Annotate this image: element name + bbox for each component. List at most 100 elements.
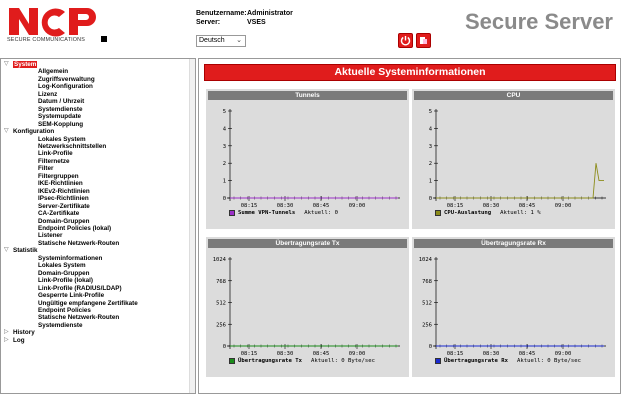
nav-section-history[interactable]: ▷ History <box>4 329 138 336</box>
nav-item-statistik[interactable]: Systeminformationen <box>4 255 138 262</box>
nav-item-konfiguration[interactable]: Lokales System <box>4 136 138 143</box>
nav-section-system[interactable]: ▽ System <box>4 61 138 69</box>
chart-svg: 0 256 512 768 1024 08:15 08:30 08:45 09:00 <box>213 257 400 357</box>
nav-item-system[interactable]: Zugriffsverwaltung <box>4 76 138 83</box>
nav-section-konfiguration[interactable]: ▽ Konfiguration <box>4 128 138 135</box>
chart-panel-rx: Übertragungsrate Rx 0 256 512 768 1024 08:15 08… <box>412 237 615 377</box>
nav-item-statistik[interactable]: Ungültige empfangene Zertifikate <box>4 300 138 307</box>
y-tick-label: 4 <box>223 126 227 132</box>
legend-current-value: Aktuell: 0 Byte/sec <box>517 358 581 364</box>
y-tick-label: 0 <box>429 196 432 202</box>
header: SECURE COMMUNICATIONS Benutzername: Admin… <box>0 0 621 56</box>
nav-item-konfiguration[interactable]: IKE-Richtlinien <box>4 180 138 187</box>
y-tick-label: 2 <box>429 161 432 167</box>
nav-item-konfiguration[interactable]: Link-Profile <box>4 150 138 157</box>
nav-section-log[interactable]: ▷ Log <box>4 337 138 344</box>
x-tick-label: 09:00 <box>349 351 366 357</box>
y-tick-label: 1024 <box>419 257 433 263</box>
power-icon <box>400 36 411 46</box>
nav-item-konfiguration[interactable]: Statische Netzwerk-Routen <box>4 240 138 247</box>
x-tick-label: 09:00 <box>555 351 572 357</box>
chart-legend: Summe VPN-Tunnels Aktuell: 0 <box>229 210 338 216</box>
nav-item-konfiguration[interactable]: Filter <box>4 165 138 172</box>
nav-item-statistik[interactable]: Link-Profile (lokal) <box>4 277 138 284</box>
nav-item-konfiguration[interactable]: Filtergruppen <box>4 173 138 180</box>
nav-item-konfiguration[interactable]: Endpoint Policies (lokal) <box>4 225 138 232</box>
triangle-down-icon: ▽ <box>4 247 9 254</box>
y-tick-label: 256 <box>422 322 432 328</box>
x-tick-label: 08:45 <box>519 203 536 209</box>
help-button[interactable] <box>416 33 431 48</box>
nav-item-konfiguration[interactable]: Domain-Gruppen <box>4 218 138 225</box>
nav-item-konfiguration[interactable]: IPsec-Richtlinien <box>4 195 138 202</box>
y-tick-label: 1 <box>429 179 432 185</box>
nav-item-system[interactable]: Lizenz <box>4 91 138 98</box>
chart-svg: 0 256 512 768 1024 08:15 08:30 08:45 09:00 <box>419 257 606 357</box>
y-tick-label: 3 <box>429 144 432 150</box>
user-info: Benutzername: Administrator Server: VSES <box>196 9 293 27</box>
logout-button[interactable] <box>398 33 413 48</box>
y-tick-label: 5 <box>429 109 432 115</box>
logo-subtitle: SECURE COMMUNICATIONS <box>7 37 86 43</box>
nav-section-label: Konfiguration <box>13 128 55 136</box>
page-title: Aktuelle Systeminformationen <box>204 64 616 81</box>
y-tick-label: 768 <box>216 279 226 285</box>
nav-item-statistik[interactable]: Lokales System <box>4 262 138 269</box>
nav-tree: ▽ System Allgemein Zugriffsverwaltung Log-Ko… <box>4 61 138 344</box>
logo-square <box>101 36 107 42</box>
nav-section-label: History <box>13 329 35 337</box>
nav-item-system[interactable]: SEM-Kopplung <box>4 121 138 128</box>
y-tick-label: 0 <box>223 196 226 202</box>
triangle-down-icon: ▽ <box>4 61 9 67</box>
nav-section-statistik[interactable]: ▽ Statistik <box>4 247 138 254</box>
chart-panel-tunnels: Tunnels 0 1 2 3 4 5 08:15 08:30 08:45 09:00 Summe V… <box>206 89 409 229</box>
y-tick-label: 1024 <box>213 257 227 263</box>
x-tick-label: 08:45 <box>313 203 330 209</box>
x-tick-label: 08:45 <box>313 351 330 357</box>
series-line <box>436 163 604 199</box>
username-label: Benutzername: <box>196 10 247 17</box>
nav-item-statistik[interactable]: Domain-Gruppen <box>4 270 138 277</box>
language-select[interactable]: Deutsch ⌄ <box>196 35 246 47</box>
y-tick-label: 512 <box>422 301 432 307</box>
nav-item-konfiguration[interactable]: CA-Zertifikate <box>4 210 138 217</box>
main-content: Aktuelle Systeminformationen Tunnels 0 1 2 3… <box>198 58 621 394</box>
x-tick-label: 09:00 <box>349 203 366 209</box>
nav-item-statistik[interactable]: Endpoint Policies <box>4 307 138 314</box>
nav-section-label: System <box>13 61 38 69</box>
nav-item-konfiguration[interactable]: IKEv2-Richtlinien <box>4 188 138 195</box>
nav-item-statistik[interactable]: Link-Profile (RADIUS/LDAP) <box>4 285 138 292</box>
nav-item-konfiguration[interactable]: Filternetze <box>4 158 138 165</box>
nav-item-statistik[interactable]: Gesperrte Link-Profile <box>4 292 138 299</box>
nav-item-system[interactable]: Allgemein <box>4 68 138 75</box>
nav-item-system[interactable]: Systemupdate <box>4 113 138 120</box>
legend-current-value: Aktuell: 0 Byte/sec <box>311 358 375 364</box>
sidebar-scrollbar[interactable] <box>189 59 195 393</box>
nav-item-konfiguration[interactable]: Netzwerkschnittstellen <box>4 143 138 150</box>
legend-swatch <box>435 358 441 364</box>
nav-section-label: Statistik <box>13 247 38 255</box>
nav-item-statistik[interactable]: Systemdienste <box>4 322 138 329</box>
x-tick-label: 08:30 <box>277 203 294 209</box>
triangle-right-icon: ▷ <box>4 329 9 336</box>
nav-item-system[interactable]: Systemdienste <box>4 106 138 113</box>
legend-series-name: Übertragungsrate Rx <box>444 358 508 364</box>
nav-item-statistik[interactable]: Statische Netzwerk-Routen <box>4 314 138 321</box>
chart-panel-tx: Übertragungsrate Tx 0 256 512 768 1024 08:15 08… <box>206 237 409 377</box>
y-tick-label: 0 <box>223 344 226 350</box>
chevron-down-icon: ⌄ <box>236 37 242 44</box>
chart-svg: 0 1 2 3 4 5 08:15 08:30 08:45 09:00 <box>223 109 400 209</box>
nav-item-konfiguration[interactable]: Listener <box>4 232 138 239</box>
nav-item-konfiguration[interactable]: Server-Zertifikate <box>4 203 138 210</box>
y-tick-label: 0 <box>429 344 432 350</box>
x-tick-label: 08:15 <box>241 203 258 209</box>
x-tick-label: 08:30 <box>483 203 500 209</box>
nav-item-system[interactable]: Log-Konfiguration <box>4 83 138 90</box>
nav-item-system[interactable]: Datum / Uhrzeit <box>4 98 138 105</box>
language-value: Deutsch <box>199 37 225 44</box>
x-tick-label: 08:15 <box>447 203 464 209</box>
legend-series-name: Summe VPN-Tunnels <box>238 210 296 216</box>
y-tick-label: 5 <box>223 109 226 115</box>
legend-swatch <box>435 210 441 216</box>
nav-section-label: Log <box>13 336 25 344</box>
